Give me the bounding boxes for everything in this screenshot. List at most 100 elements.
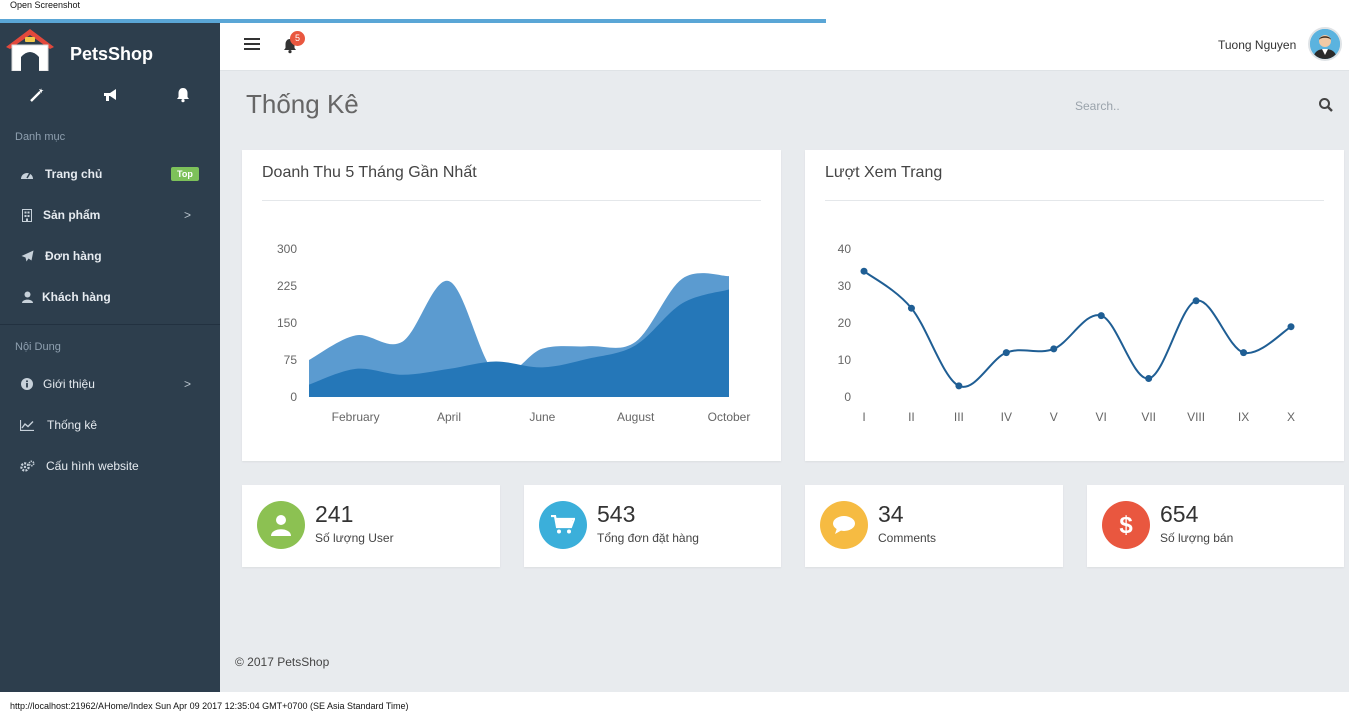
sidebar-item-label: Thống kê (47, 418, 98, 432)
stat-label: Số lượng bán (1160, 531, 1234, 545)
notifications-button[interactable]: 5 (282, 31, 305, 57)
main-content: Thống Kê Doanh Thu 5 Tháng Gần Nhất 0751… (220, 71, 1349, 692)
stat-card-comments[interactable]: 34 Comments (805, 485, 1063, 567)
y-tick-label: 0 (844, 390, 851, 404)
sidebar-item-label: Đơn hàng (45, 249, 102, 263)
sidebar-item-don-hang[interactable]: Đơn hàng (0, 241, 220, 271)
comment-icon (820, 501, 868, 549)
avatar[interactable] (1308, 27, 1342, 61)
bell-icon[interactable] (171, 83, 195, 107)
stat-value: 654 (1160, 501, 1199, 527)
avatar-image (1310, 29, 1340, 59)
page-title: Thống Kê (246, 89, 359, 119)
screenshot-caption: Open Screenshot (10, 0, 81, 10)
stat-label: Số lượng User (315, 531, 394, 545)
x-tick-label: IV (1001, 410, 1012, 424)
sidebar-item-label: Sản phẩm (43, 208, 101, 222)
search-input[interactable] (1075, 95, 1305, 117)
menu-toggle-icon[interactable] (244, 38, 260, 52)
search-icon[interactable] (1318, 97, 1334, 113)
data-point (1192, 297, 1200, 305)
sidebar-item-san-pham[interactable]: Sản phẩm > (0, 200, 220, 230)
sidebar-quick-icons (0, 83, 220, 107)
data-point (860, 267, 868, 275)
x-tick-label: V (1050, 410, 1058, 424)
data-point (1145, 375, 1153, 382)
chevron-right-icon: > (184, 208, 192, 222)
sidebar-item-label: Giới thiệu (43, 377, 95, 391)
data-point (1287, 323, 1295, 331)
petshop-logo-icon (6, 29, 54, 71)
chevron-right-icon: > (184, 377, 192, 391)
stat-value: 34 (878, 501, 904, 527)
line-chart-icon (19, 417, 35, 433)
sidebar: PetsShop Danh mục Trang chủ Top Sản phẩm… (0, 23, 220, 692)
x-tick-label: August (617, 410, 655, 424)
y-tick-label: 10 (838, 353, 852, 367)
y-tick-label: 300 (277, 242, 297, 256)
magic-wand-icon[interactable] (25, 83, 49, 107)
top-header: 5 Tuong Nguyen (220, 23, 1349, 71)
user-name[interactable]: Tuong Nguyen (1218, 38, 1296, 52)
x-tick-label: IX (1238, 410, 1249, 424)
app: PetsShop Danh mục Trang chủ Top Sản phẩm… (0, 23, 1349, 692)
y-tick-label: 150 (277, 316, 297, 330)
stat-card-users[interactable]: 241 Số lượng User (242, 485, 500, 567)
revenue-area-chart: 0 75 150 225 300 February April June August Octob… (277, 242, 751, 424)
stat-label: Comments (878, 531, 937, 545)
revenue-panel: Doanh Thu 5 Tháng Gần Nhất 0 75 150 225 300 F… (242, 150, 781, 461)
sidebar-divider (0, 324, 220, 325)
section-label-noi-dung: Nội Dung (15, 341, 61, 353)
user-icon (19, 289, 35, 305)
x-tick-label: VII (1141, 410, 1156, 424)
sidebar-item-cau-hinh[interactable]: Cấu hình website (0, 451, 220, 481)
paper-plane-icon (19, 248, 35, 264)
y-tick-label: 30 (838, 279, 852, 293)
x-tick-label: II (908, 410, 915, 424)
y-tick-label: 20 (838, 316, 852, 330)
cogs-icon (19, 458, 35, 474)
y-tick-label: 40 (838, 242, 852, 256)
notification-count-badge: 5 (290, 31, 305, 46)
info-icon (19, 376, 35, 392)
sidebar-item-thong-ke[interactable]: Thống kê (0, 410, 220, 440)
bullhorn-icon[interactable] (98, 83, 122, 107)
x-tick-label: VI (1096, 410, 1107, 424)
copyright: © 2017 PetsShop (235, 655, 330, 669)
footer-url: http://localhost:21962/AHome/Index Sun A… (10, 701, 409, 711)
stat-value: 241 (315, 501, 354, 527)
y-tick-label: 0 (290, 390, 297, 404)
data-point (1050, 345, 1058, 353)
brand[interactable]: PetsShop (0, 23, 220, 71)
y-tick-label: 75 (284, 353, 298, 367)
pageviews-panel: Lượt Xem Trang 0 10 20 30 40 I II III IV V VI VII VI… (805, 150, 1344, 461)
x-tick-label: April (437, 410, 461, 424)
stat-card-sales[interactable]: $ 654 Số lượng bán (1087, 485, 1344, 567)
sidebar-item-trang-chu[interactable]: Trang chủ Top (0, 159, 220, 189)
shopping-cart-icon (539, 501, 587, 549)
sidebar-item-gioi-thieu[interactable]: Giới thiệu > (0, 369, 220, 399)
stat-card-orders[interactable]: 543 Tổng đơn đặt hàng (524, 485, 781, 567)
stat-value: 543 (597, 501, 636, 527)
x-tick-label: X (1287, 410, 1295, 424)
data-point (907, 304, 915, 312)
brand-name: PetsShop (70, 44, 154, 64)
building-icon (19, 207, 35, 223)
sidebar-item-khach-hang[interactable]: Khách hàng (0, 282, 220, 312)
section-label-danh-muc: Danh mục (15, 131, 66, 143)
sidebar-item-label: Cấu hình website (46, 459, 139, 473)
x-tick-label: VIII (1187, 410, 1205, 424)
y-tick-label: 225 (277, 279, 297, 293)
top-badge: Top (171, 167, 199, 181)
pageviews-line-chart: 010203040I II III IV V VI VII VIII IX X (838, 242, 1295, 424)
x-tick-label: III (954, 410, 964, 424)
data-point (955, 382, 963, 390)
line-series (863, 270, 1292, 388)
user-icon (257, 501, 305, 549)
data-point (1240, 349, 1248, 357)
x-tick-label: October (708, 410, 751, 424)
stat-label: Tổng đơn đặt hàng (597, 531, 699, 545)
data-point (1002, 349, 1010, 357)
dollar-icon: $ (1102, 501, 1150, 549)
data-point (1097, 312, 1105, 320)
